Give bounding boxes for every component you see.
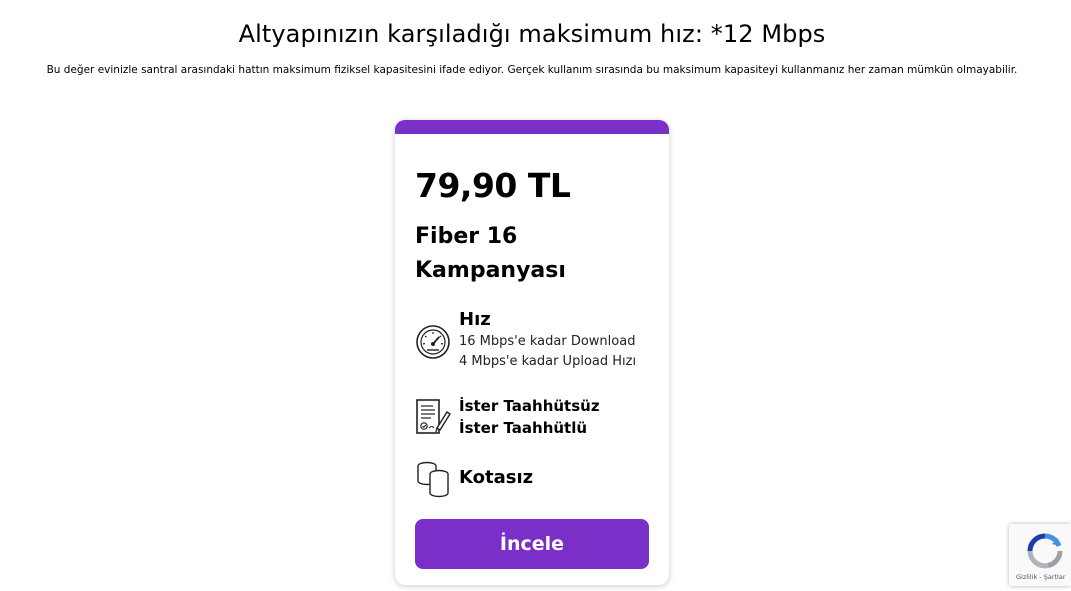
speedometer-icon <box>415 324 451 362</box>
page: Altyapınızın karşıladığı maksimum hız: *… <box>0 0 1071 591</box>
incele-button[interactable]: İncele <box>415 519 649 569</box>
recaptcha-icon <box>1026 532 1064 570</box>
feature-speed-title: Hız <box>459 309 491 330</box>
recaptcha-badge[interactable]: Gizlilik - Şartlar <box>1009 524 1071 586</box>
contract-icon <box>415 398 451 436</box>
card-accent-bar <box>395 120 669 134</box>
feature-unlimited-title: Kotasız <box>459 467 534 488</box>
feature-speed-text: Hız 16 Mbps'e kadar Download 4 Mbps'e ka… <box>459 308 659 372</box>
feature-speed-download: 16 Mbps'e kadar Download <box>459 334 636 349</box>
plan-price: 79,90 TL <box>415 166 571 205</box>
plan-name: Fiber 16 Kampanyası <box>415 224 566 283</box>
recaptcha-links[interactable]: Gizlilik - Şartlar <box>1016 573 1066 581</box>
coins-icon <box>415 460 451 498</box>
feature-commitment: İster Taahhütsüz İster Taahhütlü <box>415 395 655 441</box>
page-description: Bu değer evinizle santral arasındaki hat… <box>46 64 1018 76</box>
page-title: Altyapınızın karşıladığı maksimum hız: *… <box>238 20 826 48</box>
feature-commitment-contract: İster Taahhütlü <box>459 419 588 437</box>
feature-unlimited-text: Kotasız <box>459 466 659 490</box>
feature-commitment-no-contract: İster Taahhütsüz <box>459 397 600 415</box>
feature-commitment-text: İster Taahhütsüz İster Taahhütlü <box>459 395 659 439</box>
feature-speed-upload: 4 Mbps'e kadar Upload Hızı <box>459 354 637 369</box>
feature-unlimited: Kotasız <box>415 460 655 500</box>
feature-speed: Hız 16 Mbps'e kadar Download 4 Mbps'e ka… <box>415 308 655 369</box>
plan-card: 79,90 TL Fiber 16 Kampanyası Hız 16 Mbps… <box>395 120 669 585</box>
